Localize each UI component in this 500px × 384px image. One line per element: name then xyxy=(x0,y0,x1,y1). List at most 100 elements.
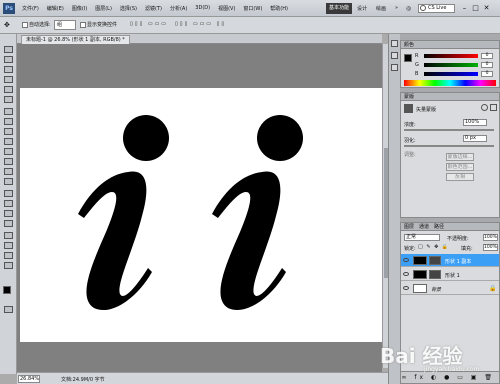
mask-edge-button[interactable]: 蒙版边缘... xyxy=(446,153,474,161)
layer-row[interactable]: 形状 1 xyxy=(401,268,499,281)
3d-orbit-tool-icon[interactable] xyxy=(4,242,13,249)
history-brush-tool-icon[interactable] xyxy=(4,138,13,145)
cs-live-field[interactable]: CS Live xyxy=(418,4,455,13)
photoshop-logo: Ps xyxy=(3,3,15,14)
color-panel-title: 颜色 xyxy=(401,41,499,49)
foreground-color-swatch[interactable] xyxy=(3,286,11,294)
marquee-tool-icon[interactable] xyxy=(4,56,13,63)
close-icon[interactable]: ✕ xyxy=(482,4,491,13)
minimize-icon[interactable]: – xyxy=(460,4,469,13)
lock-icons[interactable]: □ ✎ ✥ 🔒 xyxy=(418,244,449,250)
type-tool-icon[interactable] xyxy=(4,200,13,207)
color-panel-foreground[interactable] xyxy=(404,54,412,62)
pixel-mask-icon[interactable] xyxy=(481,104,488,111)
pen-tool-icon[interactable] xyxy=(4,190,13,197)
blur-tool-icon[interactable] xyxy=(4,168,13,175)
show-transform-checkbox[interactable] xyxy=(80,22,86,28)
layers-panel-tabs: 图层 通道 路径 xyxy=(401,223,499,231)
red-gradient[interactable] xyxy=(424,54,478,58)
document-info: 文档:24.9M/0 字节 xyxy=(61,377,105,383)
right-panels: 颜色 R 0 G 0 B 0 蒙版 矢量蒙版 浓度: 100% 羽化: 0 px xyxy=(400,34,500,384)
align-icons[interactable]: ▯▯▯ ▭▭▭ xyxy=(130,21,168,27)
eraser-tool-icon[interactable] xyxy=(4,148,13,155)
menu-image[interactable]: 图像(I) xyxy=(72,5,87,12)
hand-tool-icon[interactable] xyxy=(4,252,13,259)
workspace-essentials-button[interactable]: 基本功能 xyxy=(326,3,352,14)
refine-label: 调整: xyxy=(404,152,416,158)
tab-paths[interactable]: 路径 xyxy=(434,223,444,230)
feather-slider[interactable] xyxy=(404,145,494,147)
move-tool-icon[interactable] xyxy=(4,46,13,53)
lasso-tool-icon[interactable] xyxy=(4,66,13,73)
invert-button[interactable]: 反相 xyxy=(446,173,474,181)
feather-value[interactable]: 0 px xyxy=(463,135,487,142)
opacity-label: 不透明度: xyxy=(447,236,469,242)
healing-brush-tool-icon[interactable] xyxy=(4,108,13,115)
blue-gradient[interactable] xyxy=(424,72,478,76)
cs-live-icon[interactable]: ◎ xyxy=(406,5,411,12)
clone-stamp-tool-icon[interactable] xyxy=(4,128,13,135)
distribute-icons[interactable]: ▯▯▯ ▭▭▭ ▯▯ xyxy=(175,21,226,27)
document-tab[interactable]: 未标题-1 @ 26.8% (形状 1 副本, RGB/8) * xyxy=(21,35,130,44)
color-slider-r[interactable]: R 0 xyxy=(415,53,500,59)
color-slider-g[interactable]: G 0 xyxy=(415,62,500,68)
menu-3d[interactable]: 3D(D) xyxy=(195,5,210,12)
fill-value[interactable]: 100% xyxy=(483,244,498,251)
tab-layers[interactable]: 图层 xyxy=(404,223,414,230)
options-bar: ✥ 自动选择: 组 显示变换控件 ▯▯▯ ▭▭▭ ▯▯▯ ▭▭▭ ▯▯ xyxy=(0,17,500,34)
layer-row[interactable]: 背景 🔒 xyxy=(401,282,499,295)
quick-mask-icon[interactable] xyxy=(4,306,13,313)
zoom-tool-icon[interactable] xyxy=(4,262,13,269)
layer-name: 形状 1 xyxy=(445,273,460,279)
quick-select-tool-icon[interactable] xyxy=(4,76,13,83)
vector-mask-icon[interactable] xyxy=(490,104,497,111)
auto-select-checkbox[interactable] xyxy=(22,22,28,28)
canvas[interactable] xyxy=(20,88,383,342)
layer-row[interactable]: 形状 1 副本 xyxy=(401,254,499,267)
eye-icon[interactable] xyxy=(403,258,409,262)
green-gradient[interactable] xyxy=(424,63,478,67)
eye-icon[interactable] xyxy=(403,286,409,290)
document-tab-bar: 未标题-1 @ 26.8% (形状 1 副本, RGB/8) * xyxy=(17,34,382,44)
zoom-field[interactable]: 26.84% xyxy=(18,375,40,383)
eyedropper-tool-icon[interactable] xyxy=(4,96,13,103)
layer-thumbnail xyxy=(413,270,427,279)
density-slider[interactable] xyxy=(404,129,494,131)
move-tool-icon[interactable]: ✥ xyxy=(4,21,10,29)
density-value[interactable]: 100% xyxy=(463,119,487,126)
color-slider-b[interactable]: B 0 xyxy=(415,71,500,77)
dodge-tool-icon[interactable] xyxy=(4,178,13,185)
3d-rotate-tool-icon[interactable] xyxy=(4,232,13,239)
crop-tool-icon[interactable] xyxy=(4,86,13,93)
menu-help[interactable]: 帮助(H) xyxy=(270,5,288,12)
menu-analysis[interactable]: 分析(A) xyxy=(170,5,187,12)
shape-tool-icon[interactable] xyxy=(4,220,13,227)
opacity-value[interactable]: 100% xyxy=(483,234,498,241)
italic-i-glyph-right xyxy=(212,115,303,311)
menu-file[interactable]: 文件(F) xyxy=(22,5,39,12)
blend-mode-dropdown[interactable]: 正常 xyxy=(404,234,440,241)
path-selection-tool-icon[interactable] xyxy=(4,210,13,217)
menu-view[interactable]: 视图(V) xyxy=(218,5,235,12)
eye-icon[interactable] xyxy=(403,272,409,276)
workspace-design-button[interactable]: 设计 xyxy=(357,5,367,12)
menu-edit[interactable]: 编辑(E) xyxy=(47,5,64,12)
color-range-button[interactable]: 颜色范围... xyxy=(446,163,474,171)
lock-icon: 🔒 xyxy=(489,285,497,292)
menu-window[interactable]: 窗口(W) xyxy=(243,5,262,12)
menu-layer[interactable]: 图层(L) xyxy=(95,5,112,12)
tab-channels[interactable]: 通道 xyxy=(419,223,429,230)
auto-select-dropdown[interactable]: 组 xyxy=(54,20,76,30)
brush-tool-icon[interactable] xyxy=(4,118,13,125)
color-spectrum-bar[interactable] xyxy=(404,80,496,86)
workspace-painting-button[interactable]: 绘画 xyxy=(376,5,386,12)
panel-icon-actions[interactable] xyxy=(391,52,398,59)
lock-label: 锁定: xyxy=(404,246,416,252)
gradient-tool-icon[interactable] xyxy=(4,158,13,165)
menu-select[interactable]: 选择(S) xyxy=(120,5,137,12)
panel-icon-brush[interactable] xyxy=(391,64,398,71)
menu-filter[interactable]: 滤镜(T) xyxy=(145,5,162,12)
restore-icon[interactable]: □ xyxy=(471,4,480,13)
workspace-more-button[interactable]: » xyxy=(395,5,398,11)
panel-icon-history[interactable] xyxy=(391,40,398,47)
